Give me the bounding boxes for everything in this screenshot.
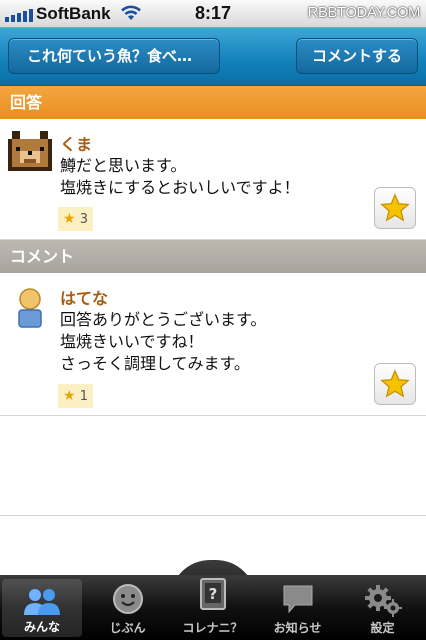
tab-label: コレナニ？ bbox=[182, 621, 243, 635]
answer-text-line: 塩焼きにするとおいしいですよ！ bbox=[60, 178, 300, 197]
answer-section-header: 回答 bbox=[0, 86, 426, 119]
star-button[interactable] bbox=[374, 187, 416, 229]
question-icon: ? bbox=[199, 578, 226, 610]
small-star-icon: ★ bbox=[63, 211, 76, 227]
tab-bar: みんな じぶん ? コレナニ？ お知らせ 設定 bbox=[0, 575, 426, 640]
comment-username[interactable]: はてな bbox=[60, 285, 108, 309]
tab-label: 設定 bbox=[370, 621, 395, 635]
back-button-label: これ何ていう魚？食べ… bbox=[27, 47, 193, 65]
comment-text: 回答ありがとうございます。 塩焼きいいですね！ さっそく調理してみます。 bbox=[60, 309, 266, 375]
comment-text-line: 塩焼きいいですね！ bbox=[60, 332, 204, 351]
tab-label: じぶん bbox=[109, 621, 146, 635]
star-count-value: 1 bbox=[79, 389, 88, 404]
user-avatar-icon[interactable] bbox=[8, 285, 52, 329]
comment-text-line: 回答ありがとうございます。 bbox=[60, 310, 267, 329]
answer-item: くま 鱒だと思います。 塩焼きにするとおいしいですよ！ ★ 3 bbox=[0, 119, 426, 240]
tab-minna[interactable]: みんな bbox=[2, 579, 82, 637]
star-icon bbox=[380, 193, 410, 222]
star-count-value: 3 bbox=[79, 212, 88, 227]
tab-jibun[interactable]: じぶん bbox=[85, 575, 170, 640]
comment-text-line: さっそく調理してみます。 bbox=[60, 354, 250, 373]
tab-label: お知らせ bbox=[273, 621, 322, 635]
star-icon bbox=[380, 369, 410, 398]
speech-bubble-icon bbox=[283, 585, 312, 614]
people-icon bbox=[24, 589, 60, 615]
answer-text: 鱒だと思います。 塩焼きにするとおいしいですよ！ bbox=[60, 155, 300, 199]
face-icon bbox=[112, 584, 143, 614]
star-count-badge: ★ 1 bbox=[58, 384, 93, 408]
comment-section-header: コメント bbox=[0, 240, 426, 273]
tab-settei[interactable]: 設定 bbox=[340, 575, 425, 640]
small-star-icon: ★ bbox=[63, 388, 76, 404]
watermark: RBBTODAY.COM bbox=[307, 4, 421, 21]
list-divider bbox=[0, 515, 426, 516]
star-button[interactable] bbox=[374, 363, 416, 405]
answer-username[interactable]: くま bbox=[60, 131, 92, 155]
tab-oshirase[interactable]: お知らせ bbox=[255, 575, 340, 640]
comment-item: はてな 回答ありがとうございます。 塩焼きいいですね！ さっそく調理してみます。… bbox=[0, 273, 426, 416]
answer-text-line: 鱒だと思います。 bbox=[60, 156, 187, 175]
status-bar: SoftBank 8:17 RBBTODAY.COM bbox=[0, 0, 426, 28]
navigation-bar: これ何ていう魚？食べ… コメントする bbox=[0, 28, 426, 86]
gear-icon bbox=[364, 585, 402, 617]
tab-label: みんな bbox=[23, 620, 60, 634]
back-button[interactable]: これ何ていう魚？食べ… bbox=[8, 38, 220, 74]
svg-text:?: ? bbox=[208, 585, 217, 603]
tab-korenani[interactable]: ? コレナニ？ bbox=[170, 575, 255, 640]
comment-button[interactable]: コメントする bbox=[296, 38, 418, 74]
bear-avatar-icon[interactable] bbox=[8, 131, 52, 175]
star-count-badge: ★ 3 bbox=[58, 207, 93, 231]
